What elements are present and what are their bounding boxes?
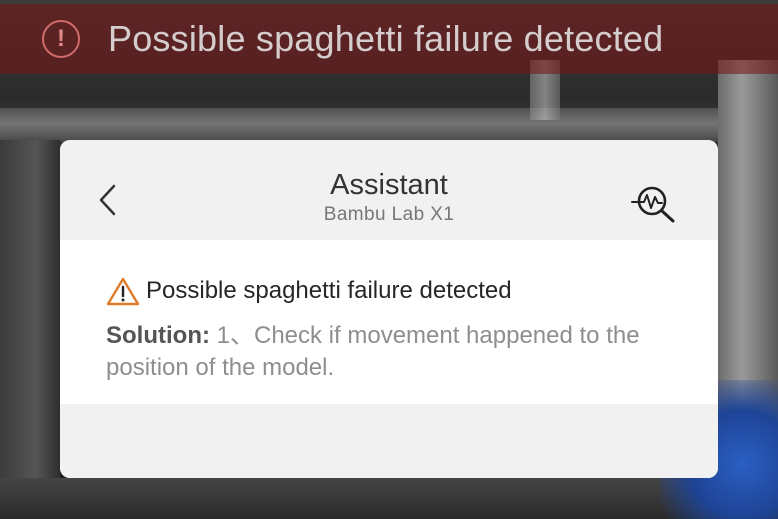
- assistant-dialog: Assistant Bambu Lab X1 Possible spaghett…: [60, 140, 718, 478]
- page-title: Assistant: [330, 169, 448, 201]
- solution-text: Solution: 1、Check if movement happened t…: [106, 320, 666, 384]
- issue-row: Possible spaghetti failure detected: [106, 276, 718, 306]
- alert-message: Possible spaghetti failure detected: [108, 18, 664, 59]
- assistant-footer: [60, 404, 718, 478]
- magnifier-waveform-icon: [631, 186, 675, 223]
- printer-name: Bambu Lab X1: [323, 204, 455, 225]
- warning-triangle-icon: [106, 277, 140, 306]
- header-titles: Assistant Bambu Lab X1: [60, 168, 718, 228]
- assistant-header: Assistant Bambu Lab X1: [60, 140, 718, 240]
- diagnose-button[interactable]: [630, 184, 678, 224]
- camera-background-beam: [0, 108, 778, 142]
- issue-title: Possible spaghetti failure detected: [146, 277, 512, 304]
- issue-panel: Possible spaghetti failure detected Solu…: [60, 240, 718, 404]
- camera-background-left: [0, 140, 60, 519]
- exclamation-circle-icon: !: [42, 20, 80, 58]
- solution-label: Solution:: [106, 322, 210, 349]
- camera-view-screen: ! Possible spaghetti failure detected As…: [0, 0, 778, 519]
- alert-banner[interactable]: ! Possible spaghetti failure detected: [0, 4, 778, 74]
